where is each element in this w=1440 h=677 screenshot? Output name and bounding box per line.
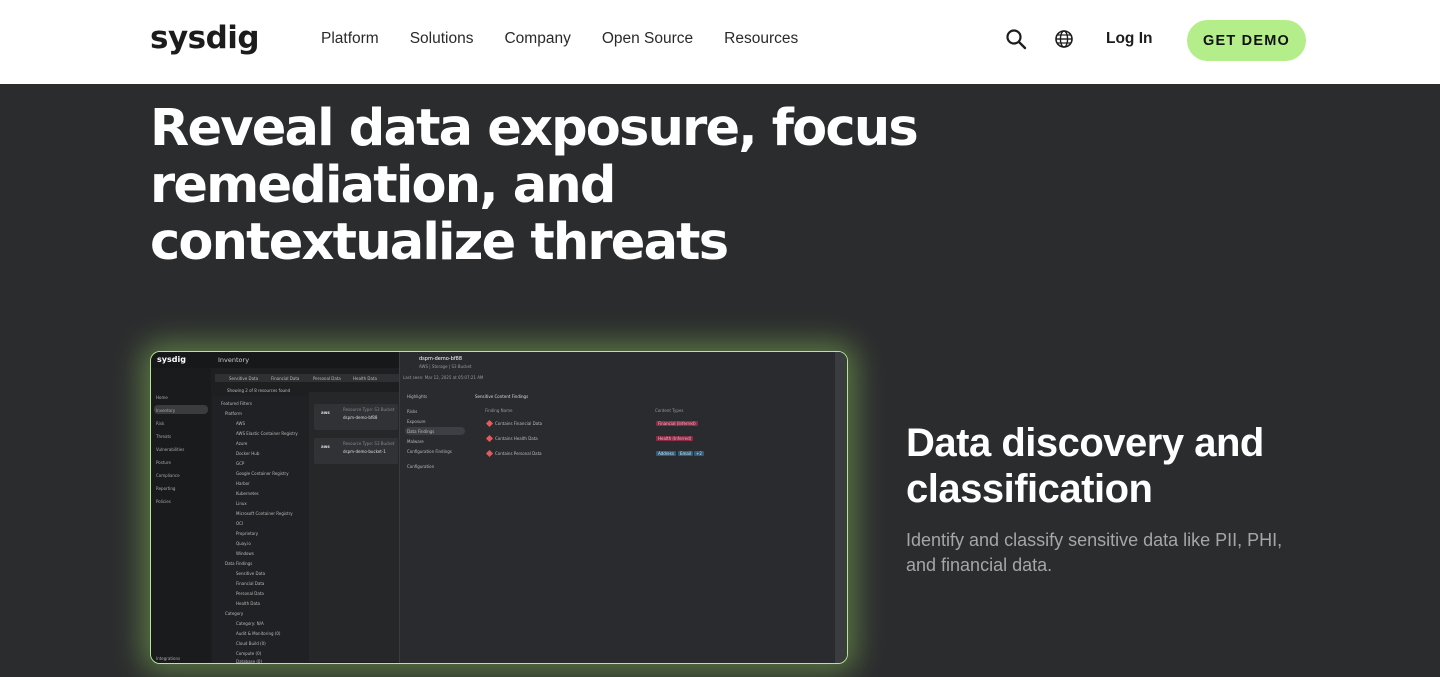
mock-content-tag: Address [656, 451, 676, 456]
feature-title: Data discovery and classification [906, 421, 1264, 511]
feature-description: Identify and classify sensitive data lik… [906, 530, 1283, 575]
mock-platform-item: Quay.io [236, 541, 251, 546]
mock-platform-item: Windows [236, 551, 254, 556]
mock-platform-item: AWS [236, 421, 246, 426]
mock-detail-nav: Configuration Findings [407, 449, 452, 454]
top-navigation: sysdig Platform Solutions Company Open S… [0, 0, 1440, 84]
mock-resource-type: Resource Type: S3 Bucket [343, 441, 395, 446]
mock-platform-item: AWS Elastic Container Registry [236, 431, 298, 436]
mock-content-tag: Health (Inferred) [656, 436, 694, 441]
mock-sidebar: Home Inventory Risk Threats Vulnerabilit… [151, 368, 211, 663]
mock-sidebar-item: Integrations [156, 656, 181, 661]
mock-filter-chip: Financial Data [271, 376, 300, 381]
mock-finding-name: Contains Personal Data [495, 451, 542, 456]
login-link[interactable]: Log In [1106, 30, 1153, 48]
mock-finding-name: Contains Financial Data [495, 421, 543, 426]
mock-sidebar-item: Threats [156, 434, 172, 439]
sysdig-logo[interactable]: sysdig [150, 20, 260, 56]
mock-filter-chip: Health Data [353, 376, 377, 381]
mock-aws-icon: aws [321, 444, 330, 449]
main-menu: Platform Solutions Company Open Source R… [321, 30, 798, 48]
mock-category-item: Compute (0) [236, 651, 262, 656]
mock-aws-icon: aws [321, 410, 330, 415]
mock-filter-chip: Personal Data [313, 376, 341, 381]
mock-category-item: Category: N/A [236, 621, 264, 626]
mock-filter-chip: Sensitive Data [229, 376, 259, 381]
mock-detail-meta: AWS | Storage | S3 Bucket [419, 364, 472, 369]
mock-content-tag: +2 [694, 451, 704, 456]
mock-category-item: Database (0) [236, 659, 263, 664]
product-screenshot: sysdig Inventory Home Inventory Risk Thr… [150, 351, 848, 664]
mock-sidebar-item: Compliance [156, 473, 180, 478]
mock-resource-type: Resource Type: S3 Bucket [343, 407, 395, 412]
mock-group-category: Category [225, 611, 244, 616]
mock-sidebar-item: Posture [156, 460, 171, 465]
mock-platform-item: Google Container Registry [236, 471, 289, 476]
nav-resources[interactable]: Resources [724, 30, 798, 48]
mock-category-item: Cloud Build (0) [236, 641, 266, 646]
globe-icon[interactable] [1053, 28, 1075, 50]
mock-platform-item: GCP [236, 461, 245, 466]
mock-section-title: Inventory [218, 356, 250, 364]
mock-finding-filter: Personal Data [236, 591, 264, 596]
get-demo-button[interactable]: GET DEMO [1187, 20, 1306, 61]
mock-content-tag: Email [678, 451, 694, 456]
mock-detail-nav: Highlights [407, 394, 428, 399]
mock-findings-heading: Sensitive Content Findings [475, 394, 529, 399]
mock-sidebar-item: Policies [156, 499, 171, 504]
mock-category-item: Audit & Monitoring (0) [236, 631, 281, 636]
mock-finding-name: Contains Health Data [495, 436, 538, 441]
mock-col-types: Content Types [655, 408, 684, 413]
mock-detail-nav: Risks [407, 409, 418, 414]
mock-platform-item: Docker Hub [236, 451, 260, 456]
mock-sidebar-item: Home [156, 395, 168, 400]
mock-detail-nav: Exposure [407, 419, 426, 424]
mock-content-tag: Financial (Inferred) [656, 421, 698, 426]
mock-sidebar-item: Risk [156, 421, 165, 426]
mock-group-platform: Platform [225, 411, 242, 416]
mock-scroll-panel [835, 352, 847, 663]
nav-solutions[interactable]: Solutions [410, 30, 474, 48]
mock-resource-name: dspm-demo-bucket-1 [343, 449, 386, 454]
mock-detail-nav: Malware [407, 439, 424, 444]
mock-platform-item: OCI [236, 521, 244, 526]
mock-platform-item: Kubernetes [236, 491, 259, 496]
mock-detail-nav: Configuration [407, 464, 435, 469]
mock-detail-title: dspm-demo-bf88 [419, 356, 463, 362]
mock-platform-item: Linux [236, 501, 247, 506]
mock-group-data-findings: Data Findings [225, 561, 253, 566]
mock-resource-list [309, 392, 399, 662]
hero-title: Reveal data exposure, focus remediation,… [150, 99, 919, 272]
mock-col-finding: Finding Name [485, 408, 513, 413]
nav-open-source[interactable]: Open Source [602, 30, 693, 48]
mock-platform-item: Microsoft Container Registry [236, 511, 293, 516]
nav-platform[interactable]: Platform [321, 30, 379, 48]
mock-sidebar-item: Inventory [156, 408, 176, 413]
mock-resource-name: dspm-demo-bf88 [343, 415, 378, 420]
mock-detail-nav: Data Findings [407, 429, 435, 434]
nav-company[interactable]: Company [504, 30, 570, 48]
mock-finding-filter: Sensitive Data [236, 571, 266, 576]
mock-featured-filters: Featured Filters [221, 401, 252, 406]
mock-platform-item: Harbor [236, 481, 250, 486]
mock-sidebar-item: Reporting [156, 486, 176, 491]
mock-platform-item: Proprietary [236, 531, 259, 536]
mock-detail-panel [399, 352, 835, 663]
search-icon[interactable] [1005, 28, 1027, 50]
mock-finding-filter: Financial Data [236, 581, 265, 586]
mock-sidebar-item: Vulnerabilities [156, 447, 185, 452]
mock-finding-filter: Health Data [236, 601, 260, 606]
mock-logo: sysdig [157, 355, 186, 364]
mock-platform-item: Azure [236, 441, 248, 446]
mock-result-count: Showing 2 of 8 resources found [227, 388, 291, 393]
mock-last-seen: Last seen: Mar 12, 2025 at 05:07:21 AM [403, 375, 484, 380]
